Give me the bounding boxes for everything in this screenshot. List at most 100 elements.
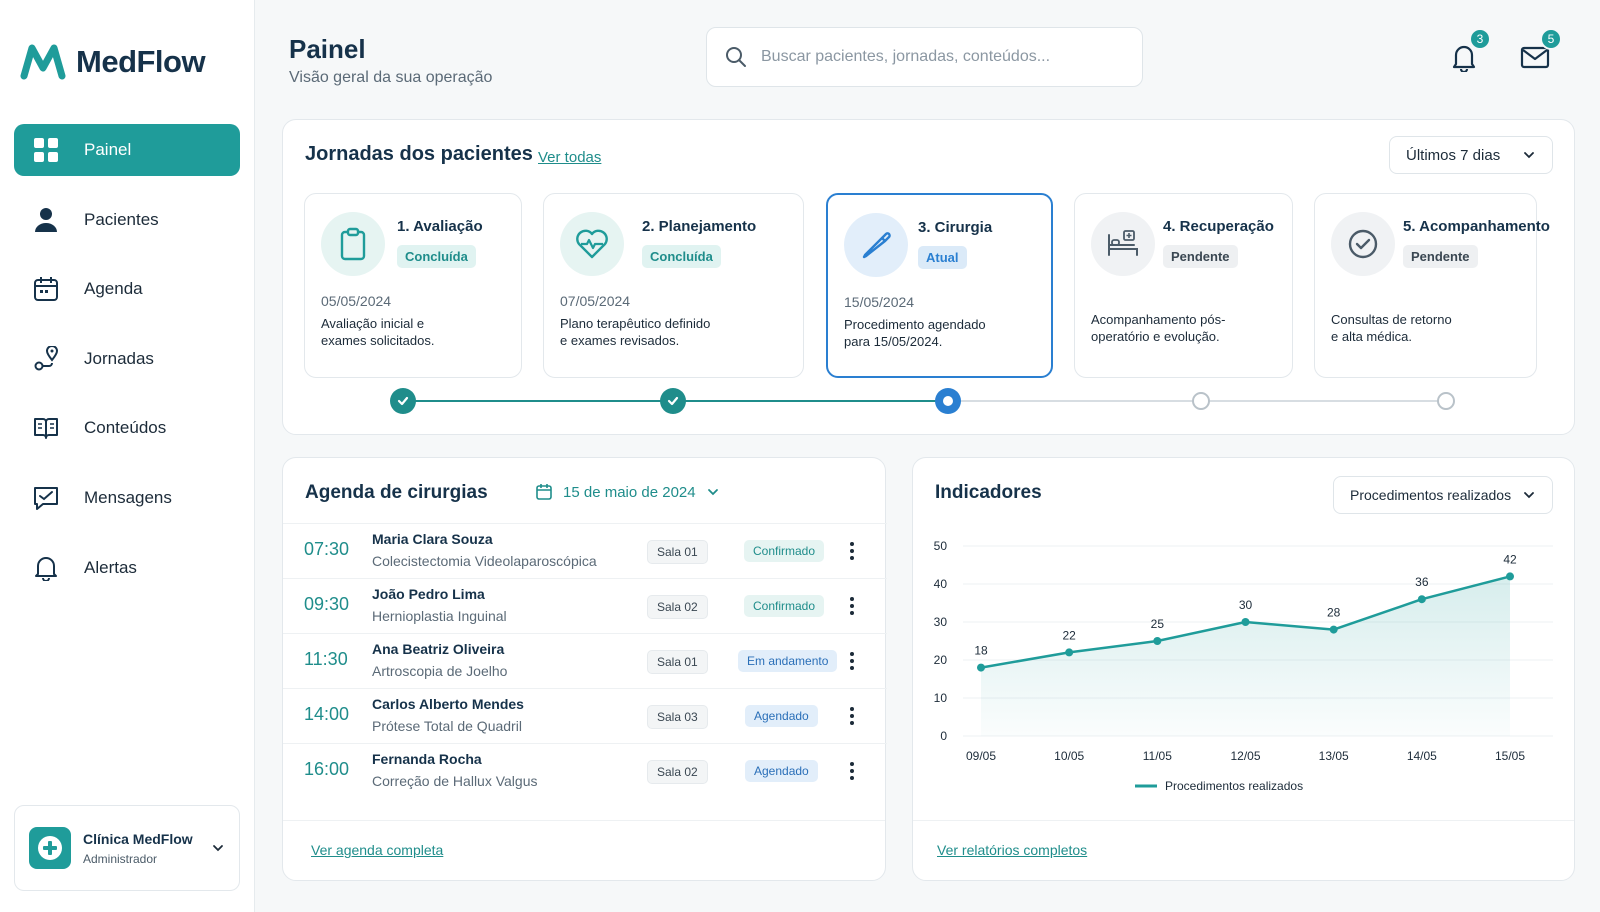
agenda-date-picker[interactable]: 15 de maio de 2024 — [535, 483, 720, 501]
agenda-row[interactable]: 14:00 Carlos Alberto Mendes Prótese Tota… — [283, 688, 887, 743]
journeys-title: Jornadas dos pacientes — [305, 143, 533, 165]
more-options-icon[interactable] — [843, 595, 861, 617]
stage-description-line: para 15/05/2024. — [844, 334, 943, 349]
journey-stage-card[interactable]: 1. Avaliação Concluída 05/05/2024 Avalia… — [304, 193, 522, 378]
indicators-panel: Indicadores Procedimentos realizados 0 10… — [912, 457, 1575, 881]
status-badge: Agendado — [745, 760, 818, 782]
sidebar-item-mensagens[interactable]: Mensagens — [14, 472, 240, 524]
x-tick-label: 12/05 — [1230, 749, 1260, 763]
journey-stage-card[interactable]: 4. Recuperação Pendente Acompanhamento p… — [1074, 193, 1293, 378]
stage-title: 2. Planejamento — [642, 218, 757, 235]
journey-stage-card[interactable]: 3. Cirurgia Atual 15/05/2024 Procediment… — [826, 193, 1053, 378]
stage-description-line: Acompanhamento pós- — [1091, 312, 1226, 327]
stage-description: Consultas de retorno e alta médica. — [1331, 311, 1521, 345]
stage-description-line: Avaliação inicial e — [321, 316, 425, 331]
more-options-icon[interactable] — [843, 540, 861, 562]
notifications-badge: 3 — [1469, 28, 1491, 50]
see-reports-link[interactable]: Ver relatórios completos — [937, 842, 1087, 858]
notifications-button[interactable]: 3 — [1447, 28, 1491, 74]
stage-title: 3. Cirurgia — [918, 219, 993, 236]
sidebar-item-pacientes[interactable]: Pacientes — [14, 194, 240, 246]
messages-button[interactable]: 5 — [1518, 28, 1562, 74]
sidebar-item-alertas[interactable]: Alertas — [14, 542, 240, 594]
y-tick-label: 20 — [934, 653, 948, 667]
see-full-agenda-link[interactable]: Ver agenda completa — [311, 842, 443, 858]
clipboard-icon — [321, 212, 385, 276]
heart-pulse-icon — [560, 212, 624, 276]
procedure-name: Artroscopia de Joelho — [372, 663, 508, 679]
period-select[interactable]: Últimos 7 dias — [1389, 136, 1553, 174]
agenda-row[interactable]: 11:30 Ana Beatriz Oliveira Artroscopia d… — [283, 633, 887, 688]
search-box[interactable] — [706, 27, 1143, 87]
sidebar-item-label: Mensagens — [84, 487, 172, 507]
stage-date: 05/05/2024 — [321, 293, 392, 309]
x-tick-label: 13/05 — [1319, 749, 1349, 763]
search-input[interactable] — [761, 48, 1121, 66]
stage-title: 4. Recuperação — [1163, 218, 1274, 235]
room-badge: Sala 01 — [647, 650, 708, 674]
message-icon — [32, 484, 60, 512]
y-tick-label: 50 — [934, 539, 948, 553]
sidebar-item-conteudos[interactable]: Conteúdos — [14, 402, 240, 454]
x-tick-label: 10/05 — [1054, 749, 1084, 763]
sidebar-item-jornadas[interactable]: Jornadas — [14, 333, 240, 385]
bell-icon — [32, 554, 60, 582]
grid-icon — [32, 136, 60, 164]
x-tick-label: 14/05 — [1407, 749, 1437, 763]
book-icon — [32, 414, 60, 442]
clinic-switcher[interactable]: Clínica MedFlow Administrador — [14, 805, 240, 891]
agenda-row[interactable]: 16:00 Fernanda Rocha Correção de Hallux … — [283, 743, 887, 798]
y-tick-label: 30 — [934, 615, 948, 629]
legend-label: Procedimentos realizados — [1165, 779, 1303, 793]
timeline-connector — [403, 400, 673, 402]
stage-status-badge: Atual — [918, 246, 967, 269]
x-tick-label: 11/05 — [1143, 749, 1172, 763]
procedure-name: Hernioplastia Inguinal — [372, 608, 507, 624]
data-point — [1065, 648, 1074, 657]
stage-title: 5. Acompanhamento — [1403, 218, 1550, 235]
journey-stage-card[interactable]: 2. Planejamento Concluída 07/05/2024 Pla… — [543, 193, 804, 378]
brand-name: MedFlow — [76, 44, 206, 79]
journey-stage-card[interactable]: 5. Acompanhamento Pendente Consultas de … — [1314, 193, 1550, 378]
stage-description-line: Procedimento agendado — [844, 317, 986, 332]
status-badge: Em andamento — [738, 650, 838, 672]
agenda-row[interactable]: 09:30 João Pedro Lima Hernioplastia Ingu… — [283, 578, 887, 633]
stage-description-line: Consultas de retorno — [1331, 312, 1452, 327]
more-options-icon[interactable] — [843, 650, 861, 672]
sidebar-item-painel[interactable]: Painel — [14, 124, 240, 176]
sidebar-item-label: Jornadas — [84, 348, 154, 368]
stage-description-line: operatório e evolução. — [1091, 329, 1220, 344]
divider — [283, 820, 885, 821]
see-all-journeys-link[interactable]: Ver todas — [538, 149, 601, 166]
data-point — [1153, 637, 1162, 645]
scalpel-icon — [844, 213, 908, 277]
medflow-logo-icon — [20, 44, 66, 80]
agenda-date: 15 de maio de 2024 — [563, 483, 696, 501]
stage-title: 1. Avaliação — [397, 218, 483, 235]
stage-status-badge: Pendente — [1403, 245, 1478, 268]
clinic-name: Clínica MedFlow — [83, 830, 193, 847]
agenda-row[interactable]: 07:30 Maria Clara Souza Colecistectomia … — [283, 523, 887, 578]
more-options-icon[interactable] — [843, 705, 861, 727]
data-label: 30 — [1239, 598, 1253, 612]
clinic-logo-icon — [29, 827, 71, 869]
patient-name: João Pedro Lima — [372, 586, 485, 602]
sidebar-item-label: Alertas — [84, 557, 137, 577]
patient-name: Ana Beatriz Oliveira — [372, 641, 505, 657]
sidebar-item-agenda[interactable]: Agenda — [14, 263, 240, 315]
stage-status-badge: Pendente — [1163, 245, 1238, 268]
procedures-chart: 0 10 20 30 40 50 18 09/05 22 10/05 25 11/05 30 12/05 2… — [934, 539, 1553, 793]
metric-select[interactable]: Procedimentos realizados — [1333, 476, 1553, 514]
procedure-name: Correção de Hallux Valgus — [372, 773, 538, 789]
agenda-time: 14:00 — [304, 704, 350, 724]
procedure-name: Colecistectomia Videolaparoscópica — [372, 553, 597, 569]
y-tick-label: 0 — [940, 729, 947, 743]
journeys-panel: Jornadas dos pacientes Ver todas Últimos… — [282, 119, 1575, 435]
more-options-icon[interactable] — [843, 760, 861, 782]
brand[interactable]: MedFlow — [20, 44, 206, 80]
patient-name: Carlos Alberto Mendes — [372, 696, 524, 712]
sidebar: MedFlow Painel Pacientes Agenda Jornadas… — [0, 0, 255, 912]
stage-date: 07/05/2024 — [560, 293, 631, 309]
divider — [913, 820, 1574, 821]
stage-status-badge: Concluída — [397, 245, 476, 268]
